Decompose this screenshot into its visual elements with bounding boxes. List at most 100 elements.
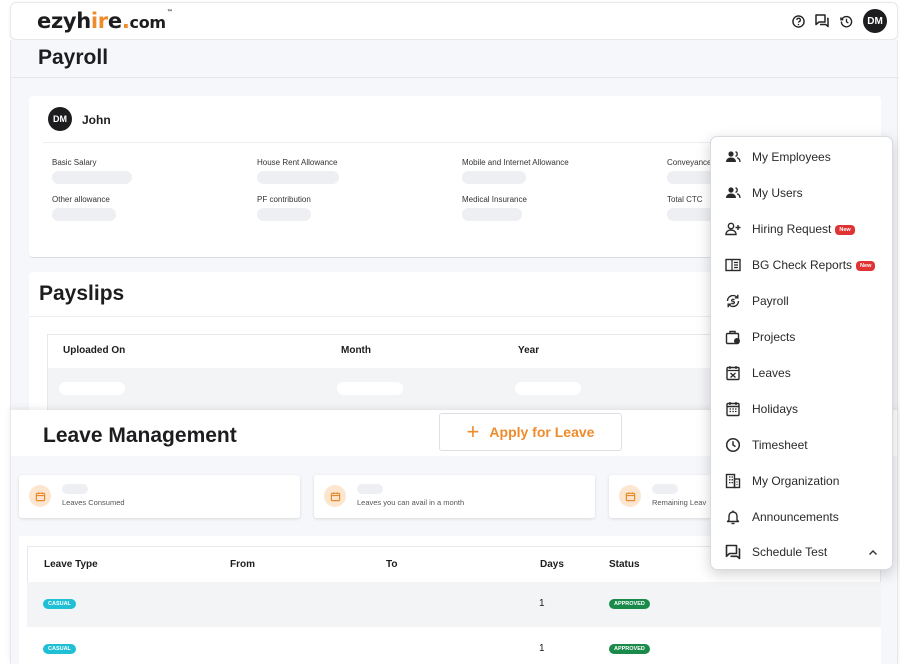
plus-icon: + — [466, 419, 480, 444]
user-avatar[interactable]: DM — [863, 9, 887, 33]
menu-item-label: Announcements — [752, 510, 839, 524]
column-header: Month — [341, 345, 371, 356]
leave-type-badge: CASUAL — [43, 644, 76, 654]
value-placeholder — [52, 171, 132, 184]
menu-item-label: Schedule Test — [752, 545, 828, 559]
column-header: To — [386, 559, 398, 570]
value-placeholder — [652, 484, 678, 494]
menu-item-label: Projects — [752, 330, 796, 344]
menu-item-label: My Organization — [752, 474, 840, 488]
menu-item-timesheet[interactable]: Timesheet — [711, 427, 892, 463]
bell-icon — [724, 508, 742, 526]
menu-item-label: Holidays — [752, 402, 799, 416]
svg-text:$: $ — [730, 297, 735, 306]
column-header: Year — [518, 345, 540, 356]
field-label: PF contribution — [257, 195, 311, 204]
new-badge: New — [856, 260, 876, 271]
column-header: Uploaded On — [63, 345, 126, 356]
value-placeholder — [515, 382, 581, 395]
report-icon — [724, 256, 742, 274]
chevron-up-icon[interactable] — [868, 547, 878, 557]
days-value: 1 — [539, 643, 545, 654]
top-bar: ezyhire.com™ DM — [10, 2, 898, 40]
stat-label: Leaves you can avail in a month — [357, 498, 465, 507]
page-title: Payroll — [38, 46, 109, 69]
menu-item-schedule-test[interactable]: Schedule Test — [711, 534, 892, 570]
apply-for-leave-button[interactable]: + Apply for Leave — [439, 413, 622, 451]
chat-icon[interactable] — [815, 14, 829, 28]
menu-item-holidays[interactable]: Holidays — [711, 391, 892, 427]
top-icons: DM — [791, 9, 887, 33]
house-rent-allowance-field: House Rent Allowance — [257, 158, 339, 184]
field-label: Medical Insurance — [462, 195, 527, 204]
stat-label: Remaining Leav — [652, 498, 707, 507]
menu-item-my-users[interactable]: My Users — [711, 175, 892, 211]
history-icon[interactable] — [839, 14, 853, 28]
menu-item-bg-check-reports[interactable]: BG Check Reports New — [711, 247, 892, 283]
value-placeholder — [257, 208, 311, 221]
other-allowance-field: Other allowance — [52, 195, 116, 221]
section-title: Payslips — [39, 282, 125, 305]
status-badge: APPROVED — [609, 599, 650, 609]
menu-item-leaves[interactable]: Leaves — [711, 355, 892, 391]
field-label: House Rent Allowance — [257, 158, 338, 167]
help-circle-icon[interactable] — [791, 14, 805, 28]
value-placeholder — [59, 382, 125, 395]
divider — [11, 77, 899, 78]
button-label: Apply for Leave — [489, 424, 595, 440]
people-icon — [724, 148, 742, 166]
person-add-icon — [724, 220, 742, 238]
chat-icon — [724, 543, 742, 561]
new-badge: New — [835, 224, 855, 235]
section-title: Leave Management — [43, 424, 237, 447]
field-label: Other allowance — [52, 195, 110, 204]
value-placeholder — [337, 382, 403, 395]
value-placeholder — [462, 208, 522, 221]
field-label: Basic Salary — [52, 158, 97, 167]
table-row[interactable]: CASUAL 1 APPROVED — [27, 582, 881, 627]
leave-type-badge: CASUAL — [43, 599, 76, 609]
column-header: Days — [540, 559, 564, 570]
navigation-menu: My Employees My Users Hiring Request New … — [710, 136, 893, 570]
stat-card-leaves-avail: Leaves you can avail in a month — [314, 475, 595, 518]
employee-name: John — [82, 113, 111, 127]
menu-item-label: My Employees — [752, 150, 831, 164]
column-header: Leave Type — [44, 559, 98, 570]
menu-item-label: My Users — [752, 186, 803, 200]
field-label: Mobile and Internet Allowance — [462, 158, 569, 167]
value-placeholder — [357, 484, 383, 494]
menu-item-my-employees[interactable]: My Employees — [711, 139, 892, 175]
employee-avatar: DM — [48, 107, 72, 131]
menu-item-my-organization[interactable]: My Organization — [711, 463, 892, 499]
menu-item-label: Timesheet — [752, 438, 808, 452]
menu-item-hiring-request[interactable]: Hiring Request New — [711, 211, 892, 247]
value-placeholder — [462, 171, 526, 184]
status-badge: APPROVED — [609, 644, 650, 654]
menu-item-announcements[interactable]: Announcements — [711, 499, 892, 535]
building-icon — [724, 472, 742, 490]
column-header: From — [230, 559, 255, 570]
mobile-internet-allowance-field: Mobile and Internet Allowance — [462, 158, 569, 184]
calendar-icon — [724, 400, 742, 418]
menu-item-projects[interactable]: Projects — [711, 319, 892, 355]
ezyhire-logo[interactable]: ezyhire.com™ — [37, 9, 173, 33]
column-header: Status — [609, 559, 640, 570]
value-placeholder — [52, 208, 116, 221]
value-placeholder — [257, 171, 339, 184]
table-row[interactable]: CASUAL 1 APPROVED — [27, 627, 881, 664]
menu-item-label: Hiring Request New — [752, 222, 855, 236]
pf-contribution-field: PF contribution — [257, 195, 311, 221]
basic-salary-field: Basic Salary — [52, 158, 132, 184]
calendar-icon — [29, 485, 51, 507]
medical-insurance-field: Medical Insurance — [462, 195, 527, 221]
calendar-x-icon — [724, 364, 742, 382]
people-icon — [724, 184, 742, 202]
menu-item-label: Payroll — [752, 294, 789, 308]
calendar-icon — [619, 485, 641, 507]
calendar-icon — [324, 485, 346, 507]
menu-item-label: BG Check Reports New — [752, 258, 876, 272]
payroll-icon: $ — [724, 292, 742, 310]
menu-item-payroll[interactable]: $ Payroll — [711, 283, 892, 319]
value-placeholder — [62, 484, 88, 494]
stat-label: Leaves Consumed — [62, 498, 125, 507]
